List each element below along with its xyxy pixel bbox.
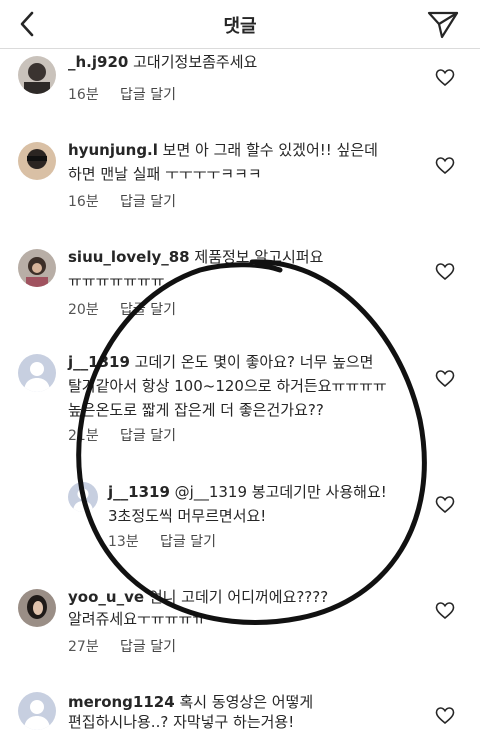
comment-meta: 16분 답글 달기 bbox=[68, 85, 176, 105]
heart-icon[interactable] bbox=[435, 68, 455, 88]
comment-timestamp: 13분 bbox=[108, 534, 139, 550]
comment-text: j__1319 @j__1319 봉고데기만 사용해요! bbox=[108, 480, 387, 504]
comment-body: @j__1319 봉고데기만 사용해요! bbox=[174, 483, 387, 501]
reply-button[interactable]: 답글 달기 bbox=[160, 534, 216, 550]
comment-timestamp: 20분 bbox=[68, 302, 99, 318]
comment-item: merong1124 혹시 동영상은 어떻게 편집하시나용..? 자막넣구 하는… bbox=[0, 690, 480, 734]
comment-item: siuu_lovely_88 제품정보 알고시퍼요 ㅠㅠㅠㅠㅠㅠㅠ 20분 답글 … bbox=[0, 245, 480, 321]
comment-timestamp: 27분 bbox=[68, 639, 99, 655]
comment-username[interactable]: _h.j920 bbox=[68, 53, 128, 71]
comment-body: 보면 아 그래 할수 있겠어!! 싶은데 bbox=[162, 141, 378, 159]
comment-body-line: 탈거같아서 항상 100~120으로 하거든요ㅠㅠㅠㅠ bbox=[68, 377, 387, 395]
comment-text: hyunjung.l 보면 아 그래 할수 있겠어!! 싶은데 bbox=[68, 138, 378, 162]
heart-icon[interactable] bbox=[435, 601, 455, 621]
default-avatar-icon[interactable] bbox=[18, 354, 56, 392]
comment-meta: 27분 답글 달기 bbox=[68, 637, 176, 657]
comment-text: j__1319 고데기 온도 몇이 좋아요? 너무 높으면 bbox=[68, 350, 373, 374]
reply-button[interactable]: 답글 달기 bbox=[120, 194, 176, 210]
heart-icon[interactable] bbox=[435, 369, 455, 389]
reply-item: j__1319 @j__1319 봉고데기만 사용해요! 3초정도씩 머무르면서… bbox=[0, 480, 480, 552]
comment-meta: 13분 답글 달기 bbox=[108, 532, 216, 552]
comment-body-line: 알려쥬세요ㅜㅠㅠㅠㅠ bbox=[68, 610, 207, 628]
default-avatar-icon[interactable] bbox=[68, 482, 98, 512]
comment-text: _h.j920 고대기정보좀주세요 bbox=[68, 50, 257, 74]
comment-body-line: ㅠㅠㅠㅠㅠㅠㅠ bbox=[68, 272, 165, 290]
comment-text: siuu_lovely_88 제품정보 알고시퍼요 bbox=[68, 245, 323, 269]
comment-body: 혹시 동영상은 어떻게 bbox=[179, 693, 314, 711]
comment-timestamp: 16분 bbox=[68, 87, 99, 103]
comment-meta: 21분 답글 달기 bbox=[68, 426, 176, 446]
comment-username[interactable]: hyunjung.l bbox=[68, 141, 158, 159]
heart-icon[interactable] bbox=[435, 156, 455, 176]
comment-body: 언니 고데기 어디꺼에요???? bbox=[148, 588, 329, 606]
direct-message-icon[interactable] bbox=[426, 10, 460, 40]
comment-timestamp: 16분 bbox=[68, 194, 99, 210]
comment-body-line: 편집하시나용..? 자막넣구 하는거용! bbox=[68, 713, 295, 731]
comment-timestamp: 21분 bbox=[68, 428, 99, 444]
comment-username[interactable]: j__1319 bbox=[68, 353, 130, 371]
comment-item: j__1319 고데기 온도 몇이 좋아요? 너무 높으면 탈거같아서 항상 1… bbox=[0, 350, 480, 450]
comment-item: _h.j920 고대기정보좀주세요 16분 답글 달기 bbox=[0, 50, 480, 110]
heart-icon[interactable] bbox=[435, 706, 455, 726]
comment-body-line: 높은온도로 짧게 잡은게 더 좋은건가요?? bbox=[68, 401, 324, 419]
avatar[interactable] bbox=[18, 142, 56, 180]
avatar[interactable] bbox=[18, 249, 56, 287]
comment-body: 제품정보 알고시퍼요 bbox=[194, 248, 324, 266]
reply-button[interactable]: 답글 달기 bbox=[120, 302, 176, 318]
default-avatar-icon[interactable] bbox=[18, 692, 56, 730]
comment-username[interactable]: siuu_lovely_88 bbox=[68, 248, 190, 266]
comment-body-line: 3초정도씩 머무르면서요! bbox=[108, 507, 267, 525]
heart-icon[interactable] bbox=[435, 495, 455, 515]
comment-body-line: 하면 맨날 실패 ㅜㅜㅜㅜㅋㅋㅋ bbox=[68, 165, 262, 183]
avatar[interactable] bbox=[18, 589, 56, 627]
reply-button[interactable]: 답글 달기 bbox=[120, 639, 176, 655]
reply-button[interactable]: 답글 달기 bbox=[120, 87, 176, 103]
page-title: 댓글 bbox=[223, 16, 257, 37]
comment-body: 고데기 온도 몇이 좋아요? 너무 높으면 bbox=[134, 353, 374, 371]
back-arrow-icon[interactable] bbox=[14, 8, 44, 40]
comment-body: 고대기정보좀주세요 bbox=[133, 53, 258, 71]
comment-username[interactable]: merong1124 bbox=[68, 693, 175, 711]
comment-text: yoo_u_ve 언니 고데기 어디꺼에요???? bbox=[68, 585, 328, 609]
comment-username[interactable]: j__1319 bbox=[108, 483, 170, 501]
heart-icon[interactable] bbox=[435, 262, 455, 282]
comment-meta: 16분 답글 달기 bbox=[68, 192, 176, 212]
top-bar: 댓글 bbox=[0, 0, 480, 49]
comment-meta: 20분 답글 달기 bbox=[68, 300, 176, 320]
reply-button[interactable]: 답글 달기 bbox=[120, 428, 176, 444]
comment-item: hyunjung.l 보면 아 그래 할수 있겠어!! 싶은데 하면 맨날 실패… bbox=[0, 138, 480, 214]
comment-item: yoo_u_ve 언니 고데기 어디꺼에요???? 알려쥬세요ㅜㅠㅠㅠㅠ 27분… bbox=[0, 585, 480, 661]
avatar[interactable] bbox=[18, 56, 56, 94]
comment-username[interactable]: yoo_u_ve bbox=[68, 588, 144, 606]
